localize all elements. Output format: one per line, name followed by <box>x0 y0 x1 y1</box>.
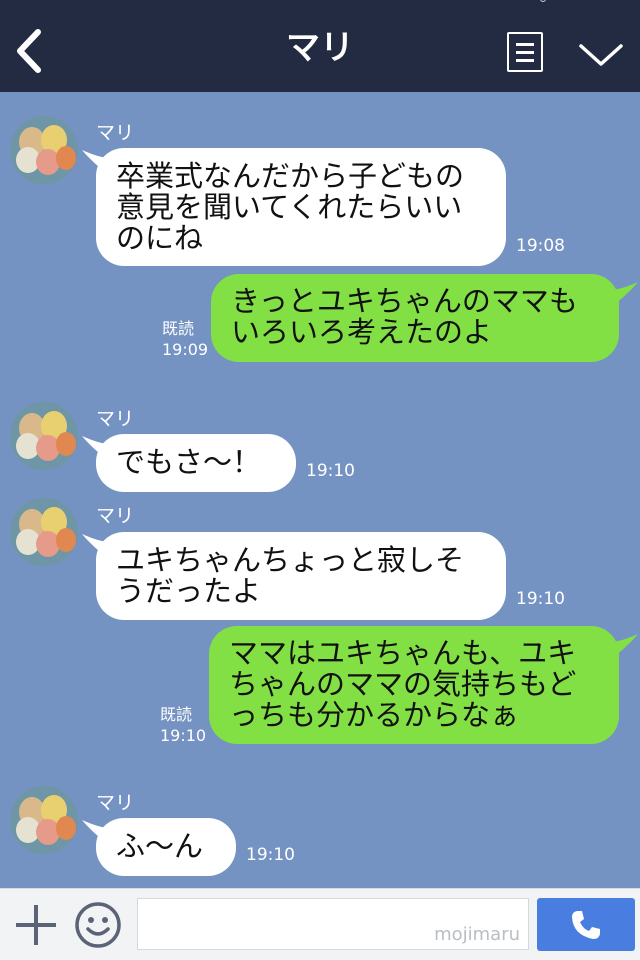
message-bubble-incoming[interactable]: ふ〜ん <box>96 818 236 876</box>
header-bar: マリ <box>0 0 640 92</box>
sender-name: マリ <box>96 122 135 144</box>
message-time: 19:10 <box>160 726 207 745</box>
sender-name: マリ <box>96 792 135 814</box>
contact-avatar[interactable] <box>10 402 78 470</box>
balloons-icon <box>10 402 78 470</box>
message-time: 19:10 <box>516 589 565 609</box>
message-bubble-outgoing[interactable]: ママはユキちゃんも、ユキ ちゃんのママの気持ちもど っちも分かるからなぁ <box>209 626 619 744</box>
message-time: 19:09 <box>162 340 209 359</box>
bubble-tail <box>610 282 638 308</box>
input-bar: mojimaru <box>0 888 640 960</box>
plus-icon[interactable] <box>14 903 58 947</box>
notes-icon[interactable] <box>507 32 543 72</box>
balloons-icon <box>10 116 78 184</box>
watermark-text: mojimaru <box>434 924 520 945</box>
bubble-tail <box>610 634 638 660</box>
read-receipt: 既読 19:09 <box>162 318 208 360</box>
contact-avatar[interactable] <box>10 116 78 184</box>
message-bubble-incoming[interactable]: でもさ〜！ <box>96 434 296 492</box>
chevron-down-icon[interactable] <box>578 38 624 68</box>
read-label: 既読 <box>162 319 195 338</box>
message-bubble-incoming[interactable]: ユキちゃんちょっと寂しそ うだったよ <box>96 532 506 620</box>
message-bubble-incoming[interactable]: 卒業式なんだから子どもの 意見を聞いてくれたらいい のにね <box>96 148 506 266</box>
chat-area[interactable]: マリ 卒業式なんだから子どもの 意見を聞いてくれたらいい のにね 19:08 既… <box>0 92 640 888</box>
read-receipt: 既読 19:10 <box>160 704 206 746</box>
chat-title: マリ <box>286 28 354 68</box>
phone-icon <box>572 911 600 939</box>
call-button[interactable] <box>537 898 635 951</box>
message-time: 19:10 <box>306 461 355 481</box>
contact-avatar[interactable] <box>10 498 78 566</box>
message-bubble-outgoing[interactable]: きっとユキちゃんのママも いろいろ考えたのよ <box>211 274 619 362</box>
read-label: 既読 <box>160 705 193 724</box>
smiley-icon[interactable] <box>74 901 122 949</box>
balloons-icon <box>10 498 78 566</box>
balloons-icon <box>10 786 78 854</box>
message-time: 19:08 <box>516 236 565 256</box>
sender-name: マリ <box>96 505 135 527</box>
sender-name: マリ <box>96 408 135 430</box>
message-input[interactable]: mojimaru <box>137 898 529 950</box>
message-time: 19:10 <box>246 845 295 865</box>
contact-avatar[interactable] <box>10 786 78 854</box>
